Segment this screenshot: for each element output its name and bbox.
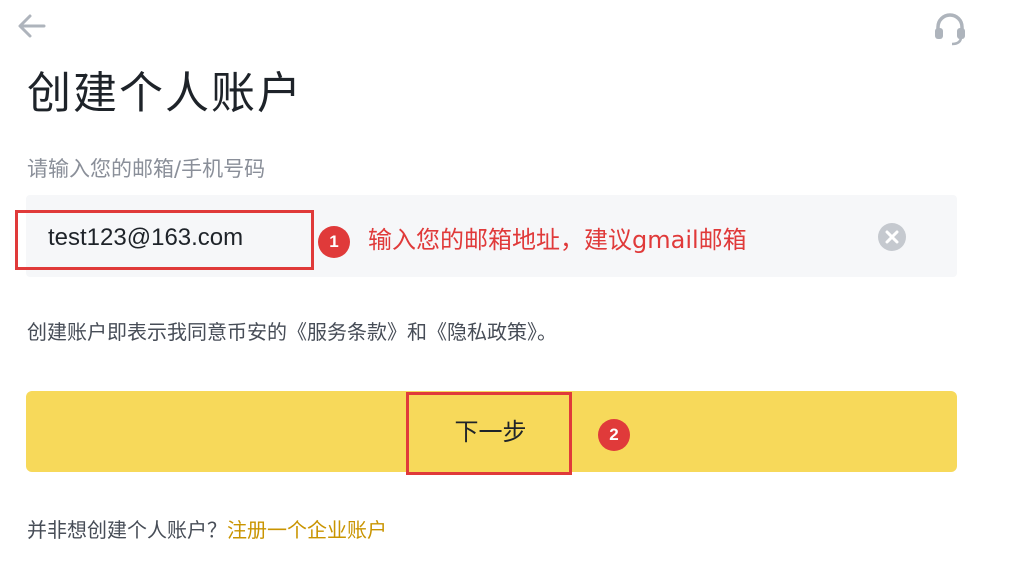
annotation-highlight-input — [15, 210, 314, 270]
clear-circle-icon — [878, 223, 906, 251]
annotation-highlight-next — [406, 392, 572, 475]
annotation-text-1: 输入您的邮箱地址，建议gmail邮箱 — [368, 226, 747, 254]
arrow-left-icon — [18, 14, 46, 38]
annotation-badge-2: 2 — [598, 419, 630, 451]
footer-prompt: 并非想创建个人账户？ — [27, 518, 227, 542]
email-phone-label: 请输入您的邮箱/手机号码 — [27, 157, 266, 181]
clear-input-button[interactable] — [876, 221, 908, 253]
headset-icon — [935, 13, 965, 46]
page-title: 创建个人账户 — [27, 68, 303, 119]
annotation-badge-1: 1 — [318, 226, 350, 258]
footer: 并非想创建个人账户？注册一个企业账户 — [27, 516, 387, 544]
back-button[interactable] — [14, 8, 50, 44]
customer-support-button[interactable] — [930, 8, 970, 48]
create-account-page: 创建个人账户 请输入您的邮箱/手机号码 test123@163.com 1 输入… — [0, 0, 1036, 562]
terms-notice: 创建账户即表示我同意币安的《服务条款》和《隐私政策》。 — [27, 320, 557, 344]
register-business-account-link[interactable]: 注册一个企业账户 — [227, 518, 387, 542]
